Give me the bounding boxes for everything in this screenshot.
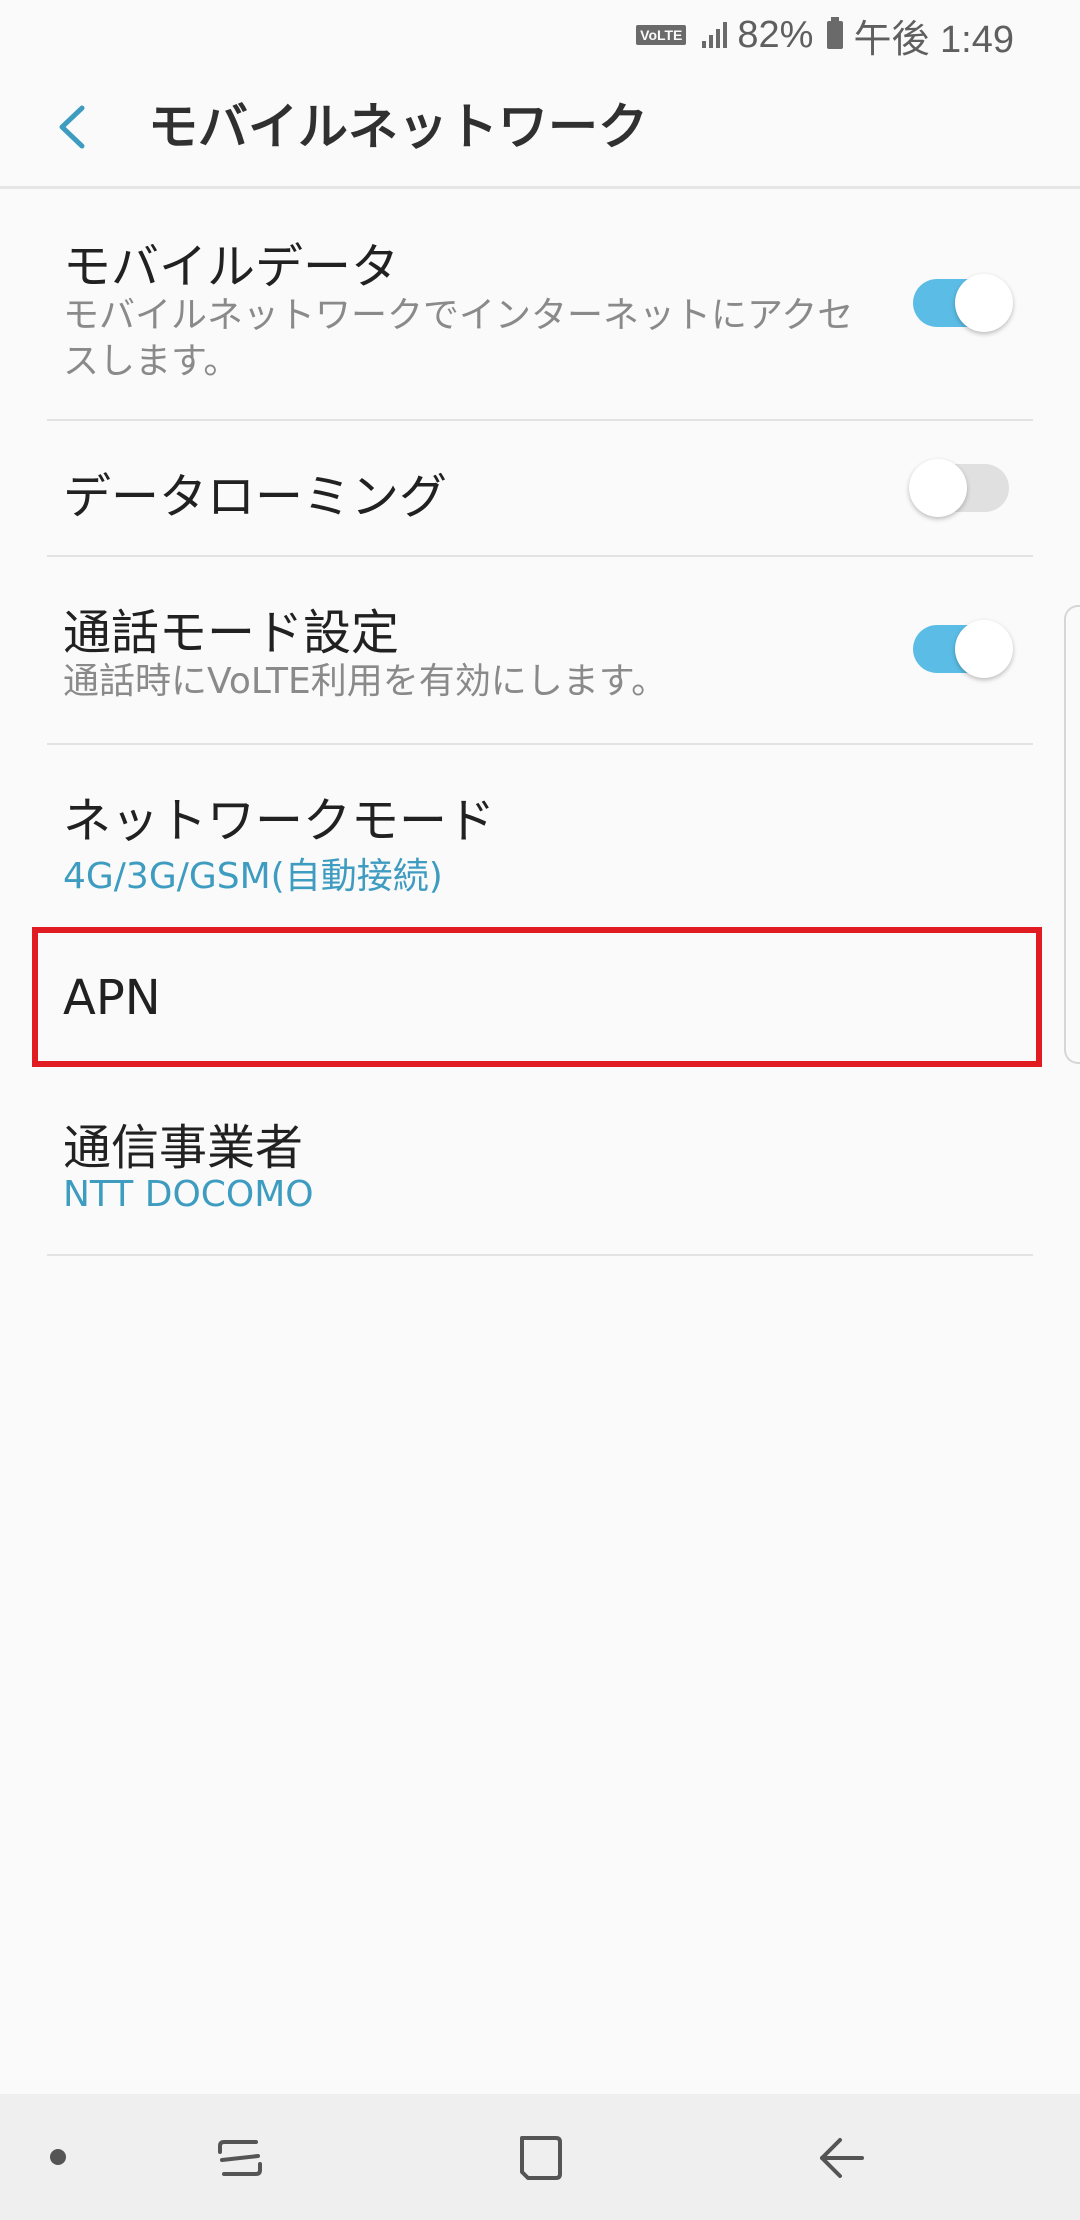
battery-icon: [827, 17, 844, 49]
setting-call-mode[interactable]: 通話モード設定 通話時にVoLTE利用を有効にします。: [47, 557, 1033, 743]
setting-value: NTT DOCOMO: [63, 1174, 314, 1215]
setting-carrier[interactable]: 通信事業者 NTT DOCOMO: [47, 1068, 1033, 1254]
highlight-box: [32, 927, 1042, 1067]
back-icon[interactable]: [814, 2130, 870, 2186]
home-icon[interactable]: [512, 2130, 568, 2186]
nav-dot-icon[interactable]: [50, 2149, 66, 2165]
data-roaming-toggle[interactable]: [909, 459, 1009, 517]
battery-percent: 82%: [737, 13, 814, 56]
setting-subtitle: 通話時にVoLTE利用を有効にします。: [63, 661, 668, 702]
app-bar: モバイルネットワーク: [0, 68, 1080, 189]
setting-data-roaming[interactable]: データローミング: [47, 421, 1033, 555]
edge-panel-handle[interactable]: [1064, 605, 1080, 1064]
toggle-thumb: [955, 274, 1013, 332]
setting-title: 通話モード設定: [63, 605, 400, 661]
call-mode-toggle[interactable]: [913, 620, 1013, 678]
page-title: モバイルネットワーク: [148, 98, 648, 156]
toggle-thumb: [909, 459, 967, 517]
volte-icon: VoLTE: [636, 25, 687, 45]
divider: [47, 1254, 1033, 1256]
back-arrow-icon[interactable]: [52, 102, 92, 152]
setting-title: モバイルデータ: [63, 239, 400, 295]
mobile-data-toggle[interactable]: [913, 274, 1013, 332]
setting-subtitle: モバイルネットワークでインターネットにアクセスします。: [63, 295, 854, 382]
setting-title: 通信事業者: [63, 1120, 304, 1176]
setting-title: データローミング: [63, 469, 448, 525]
clock: 午後 1:49: [853, 18, 1014, 61]
navigation-bar: [0, 2094, 1080, 2220]
setting-value: 4G/3G/GSM(自動接続): [63, 856, 443, 897]
status-icons: VoLTE 82% 午後 1:49: [636, 10, 1014, 61]
toggle-thumb: [955, 620, 1013, 678]
setting-mobile-data[interactable]: モバイルデータ モバイルネットワークでインターネットにアクセスします。: [47, 189, 1033, 419]
status-bar: VoLTE 82% 午後 1:49: [0, 0, 1080, 68]
recent-apps-icon[interactable]: [212, 2130, 268, 2186]
setting-title: ネットワークモード: [63, 793, 496, 849]
signal-icon: [702, 22, 728, 48]
setting-network-mode[interactable]: ネットワークモード 4G/3G/GSM(自動接続): [47, 745, 1033, 925]
